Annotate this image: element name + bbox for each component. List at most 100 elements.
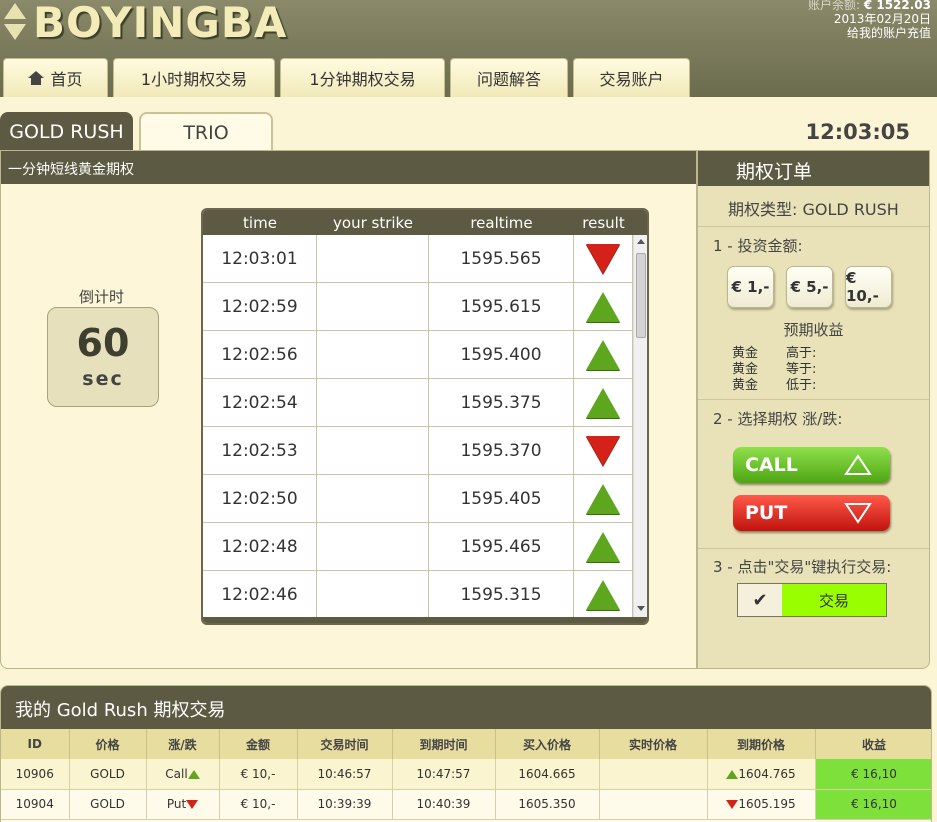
amount-10-button[interactable]: € 10,- [845, 266, 892, 308]
expected-asset: 黄金 [732, 378, 759, 393]
ticker-time: 12:02:46 [203, 571, 317, 617]
expected-row: 黄金 高于: [732, 346, 929, 362]
trade-expiry-text: 10:47:57 [416, 766, 471, 781]
trade-id-text: 10906 [15, 766, 54, 781]
ticker-realtime: 1595.315 [429, 571, 574, 617]
trade-time-text: 10:46:57 [317, 766, 372, 781]
ticker-strike [317, 283, 429, 330]
ticker-realtime: 1595.615 [429, 283, 574, 330]
put-button-label: PUT [745, 502, 788, 524]
trade-id: 10906 [1, 759, 70, 790]
main-nav: 首页 1小时期权交易 1分钟期权交易 问题解答 交易账户 [3, 58, 690, 97]
expected-asset: 黄金 [732, 362, 759, 377]
ticker-time: 12:02:56 [203, 331, 317, 378]
home-icon [28, 71, 45, 85]
ticker-strike [317, 523, 429, 570]
option-type: 期权类型: GOLD RUSH [698, 186, 929, 227]
call-button[interactable]: CALL [733, 447, 890, 483]
ticker-time: 12:02:48 [203, 523, 317, 570]
result-down-icon [586, 435, 620, 466]
ticker-result [574, 235, 633, 282]
trade-amount: € 10,- [219, 759, 298, 790]
ticker-realtime: 1595.400 [429, 331, 574, 378]
ticker-strike [317, 331, 429, 378]
nav-item-home[interactable]: 首页 [3, 58, 108, 97]
ticker-row: 12:02:50 1595.405 [203, 475, 647, 523]
trade-realtime [599, 789, 708, 820]
result-up-icon [586, 531, 620, 562]
nav-item-faq[interactable]: 问题解答 [450, 58, 568, 97]
trades-header-row: ID 价格 涨/跌 金额 交易时间 到期时间 买入价格 实时价格 到期价格 收益 [1, 729, 931, 759]
countdown-box: 60 sec [47, 307, 159, 407]
option-type-value: GOLD RUSH [802, 200, 899, 219]
ticker-header: time your strike realtime result [203, 210, 647, 235]
logo-text: BOYINGBA [33, 0, 288, 47]
my-trades-panel: 我的 Gold Rush 期权交易 ID 价格 涨/跌 金额 交易时间 到期时间 买入价格实… [0, 685, 932, 822]
expected-row: 黄金 低于: [732, 378, 929, 394]
ticker-result [574, 283, 633, 330]
ticker-result [574, 523, 633, 570]
ticker-result [574, 571, 633, 617]
logo[interactable]: BOYINGBA [3, 0, 287, 46]
nav-item-account[interactable]: 交易账户 [573, 58, 690, 97]
call-button-label: CALL [745, 454, 798, 476]
ticker-realtime: 1595.405 [429, 475, 574, 522]
trade-button[interactable]: ✔ 交易 [737, 583, 887, 617]
result-up-icon [586, 579, 620, 610]
tab-gold-rush[interactable]: GOLD RUSH [0, 112, 133, 151]
result-up-icon [586, 483, 620, 514]
ticker-header-result: result [582, 213, 625, 232]
trade-expiry-price-text: 1605.195 [738, 797, 796, 811]
trade-buy-price: 1605.350 [495, 789, 600, 820]
topup-link[interactable]: 给我的账户充值 [808, 26, 931, 40]
expected-return-label: 预期收益 [783, 321, 844, 339]
ticker-row: 12:02:48 1595.465 [203, 523, 647, 571]
trade-asset: GOLD [69, 789, 147, 820]
trade-expiry-text: 10:40:39 [416, 797, 471, 811]
scroll-up-icon[interactable] [637, 239, 645, 244]
nav-item-1minute[interactable]: 1分钟期权交易 [280, 58, 445, 97]
scroll-down-icon[interactable] [637, 606, 645, 611]
ticker-header-realtime: realtime [470, 213, 533, 232]
checkmark-icon: ✔ [752, 589, 768, 611]
trades-header-cell: 实时价格 [599, 729, 708, 759]
expected-condition: 等于: [786, 362, 817, 377]
ticker-result [574, 331, 633, 378]
amount-buttons: € 1,- € 5,- € 10,- [698, 256, 929, 308]
result-up-icon [586, 291, 620, 322]
ticker-realtime: 1595.370 [429, 427, 574, 474]
ticker-realtime: 1595.375 [429, 379, 574, 426]
option-type-label: 期权类型: [728, 200, 798, 219]
put-button[interactable]: PUT [733, 495, 890, 531]
order-panel: 期权订单 期权类型: GOLD RUSH 1 - 投资金额: € 1,- € 5… [697, 150, 930, 669]
amount-5-button[interactable]: € 5,- [786, 266, 833, 308]
countdown-unit: sec [82, 368, 124, 390]
result-down-icon [586, 243, 620, 274]
trades-header-cell: 价格 [69, 729, 147, 759]
ticker-header-time: time [243, 213, 277, 232]
logo-arrows-icon [3, 1, 27, 45]
trade-direction-text: Put [166, 797, 187, 811]
trade-buy-price-text: 1604.665 [518, 766, 576, 781]
trade-expiry-price: 1605.195 [707, 789, 816, 820]
scroll-thumb[interactable] [636, 253, 646, 338]
current-date: 2013年02月20日 [833, 12, 931, 26]
nav-item-1hour[interactable]: 1小时期权交易 [113, 58, 275, 97]
trades-header-cell: 涨/跌 [146, 729, 220, 759]
ticker-body[interactable]: 12:03:01 1595.565 12:02:59 1595.615 12:02:56… [203, 235, 647, 617]
trade-asset-text: GOLD [90, 766, 125, 781]
my-trades-title: 我的 Gold Rush 期权交易 [1, 686, 931, 729]
trade-direction: Call [146, 759, 220, 790]
ticker-time: 12:02:54 [203, 379, 317, 426]
trade-expiry: 10:47:57 [392, 759, 496, 790]
main-panel: 一分钟短线黄金期权 倒计时 60 sec time your strike re… [0, 150, 697, 669]
amount-1-button[interactable]: € 1,- [727, 266, 774, 308]
trade-id: 10904 [1, 789, 70, 820]
ticker-header-strike: your strike [333, 213, 413, 232]
ticker-strike [317, 235, 429, 282]
tab-trio[interactable]: TRIO [139, 112, 273, 151]
trade-time: 10:39:39 [297, 789, 393, 820]
step1-label: 1 - 投资金额: [713, 237, 803, 255]
arrow-up-icon [726, 769, 739, 779]
ticker-scrollbar[interactable] [633, 235, 647, 617]
